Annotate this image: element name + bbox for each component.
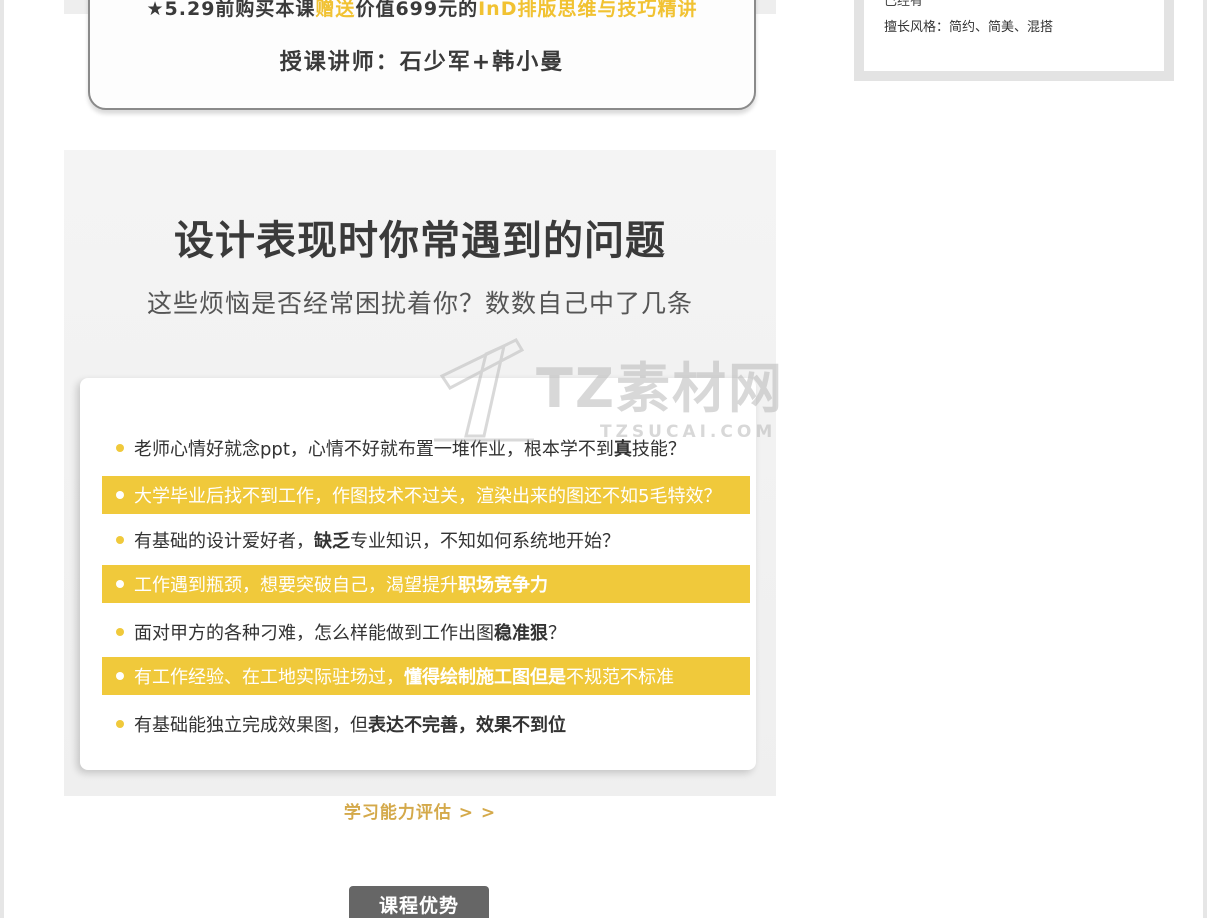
problem-emphasis: 稳准狠 <box>494 623 548 644</box>
problem-emphasis: 真 <box>613 439 632 460</box>
problems-title: 设计表现时你常遇到的问题 <box>174 218 666 264</box>
problem-emphasis: 缺乏 <box>314 531 350 552</box>
bullet-dot-icon <box>116 720 124 728</box>
problem-text-end: 专业知识，不知如何系统地开始？ <box>350 531 620 552</box>
problem-text-end: 还不如5毛特效？ <box>584 486 722 507</box>
problem-item: 有基础的设计爱好者， 缺乏 专业知识，不知如何系统地开始？ <box>102 521 750 559</box>
bullet-dot-icon <box>116 628 124 636</box>
problems-subtitle: 这些烦恼是否经常困扰着你？数数自己中了几条 <box>146 289 693 318</box>
promo-line: ★5.29前购买本课赠送价值699元的InD排版思维与技巧精讲 <box>94 0 750 21</box>
problem-text-end: ？ <box>548 623 566 644</box>
sidebar-inner: 已经有 擅长风格：简约、简美、混搭 <box>864 0 1164 71</box>
sidebar-top-prefix: 已经有 <box>884 0 924 9</box>
problem-text: 大学毕业后找不到工作，作图技术不过关，渲染出来的图 <box>134 486 584 507</box>
problem-item: 有工作经验、在工地实际驻场过， 懂得绘制施工图但是 不规范不标准 <box>102 657 750 695</box>
problem-text: 老师心情好就念ppt，心情不好就布置一堆作业，根本学不到 <box>134 439 614 460</box>
sidebar-style-line: 擅长风格：简约、简美、混搭 <box>884 20 1054 35</box>
ability-assessment-link[interactable]: 学习能力评估 > > <box>64 798 776 823</box>
problem-text: 面对甲方的各种刁难，怎么样能做到工作出图 <box>134 623 494 644</box>
bullet-dot-icon <box>116 491 124 499</box>
problem-item: 工作遇到瓶颈，想要突破自己，渴望提升 职场竞争力 <box>102 565 750 603</box>
problem-text: 有工作经验、在工地实际驻场过， <box>134 667 404 688</box>
course-advantage-button[interactable]: 课程优势 <box>349 886 489 918</box>
promo-gift: 赠送 <box>315 0 356 20</box>
promo-item: InD排版思维与技巧精讲 <box>478 0 698 20</box>
problem-emphasis: 职场竞争力 <box>458 575 548 596</box>
promo-prefix: ★5.29前购买本课 <box>146 0 316 20</box>
promo-mid: 价值699元的 <box>355 0 479 20</box>
bullet-dot-icon <box>116 672 124 680</box>
bullet-dot-icon <box>116 536 124 544</box>
problem-text: 有基础的设计爱好者， <box>134 531 314 552</box>
problem-text-end: 不规范不标准 <box>566 667 674 688</box>
problem-item: 面对甲方的各种刁难，怎么样能做到工作出图 稳准狠？ <box>102 613 750 651</box>
problem-text: 工作遇到瓶颈，想要突破自己，渴望提升 <box>134 575 458 596</box>
page: ★5.29前购买本课赠送价值699元的InD排版思维与技巧精讲 授课讲师：石少军… <box>4 0 1203 918</box>
problem-text: 有基础能独立完成效果图，但 <box>134 715 368 736</box>
problem-emphasis: 懂得绘制施工图但是 <box>404 667 566 688</box>
problem-item: 有基础能独立完成效果图，但 表达不完善，效果不到位 <box>102 705 750 743</box>
problem-emphasis: 表达不完善，效果不到位 <box>368 715 566 736</box>
sidebar-top-text: 已经有 <box>884 0 923 9</box>
instructor-line: 授课讲师：石少军+韩小曼 <box>279 50 565 75</box>
bullet-dot-icon <box>116 444 124 452</box>
sidebar-card: 已经有 擅长风格：简约、简美、混搭 <box>854 0 1174 81</box>
problem-item: 大学毕业后找不到工作，作图技术不过关，渲染出来的图 还不如5毛特效？ <box>102 476 750 514</box>
bullet-dot-icon <box>116 580 124 588</box>
problem-text-end: 技能？ <box>631 439 686 460</box>
problem-item: 老师心情好就念ppt，心情不好就布置一堆作业，根本学不到真技能？ <box>102 429 750 467</box>
